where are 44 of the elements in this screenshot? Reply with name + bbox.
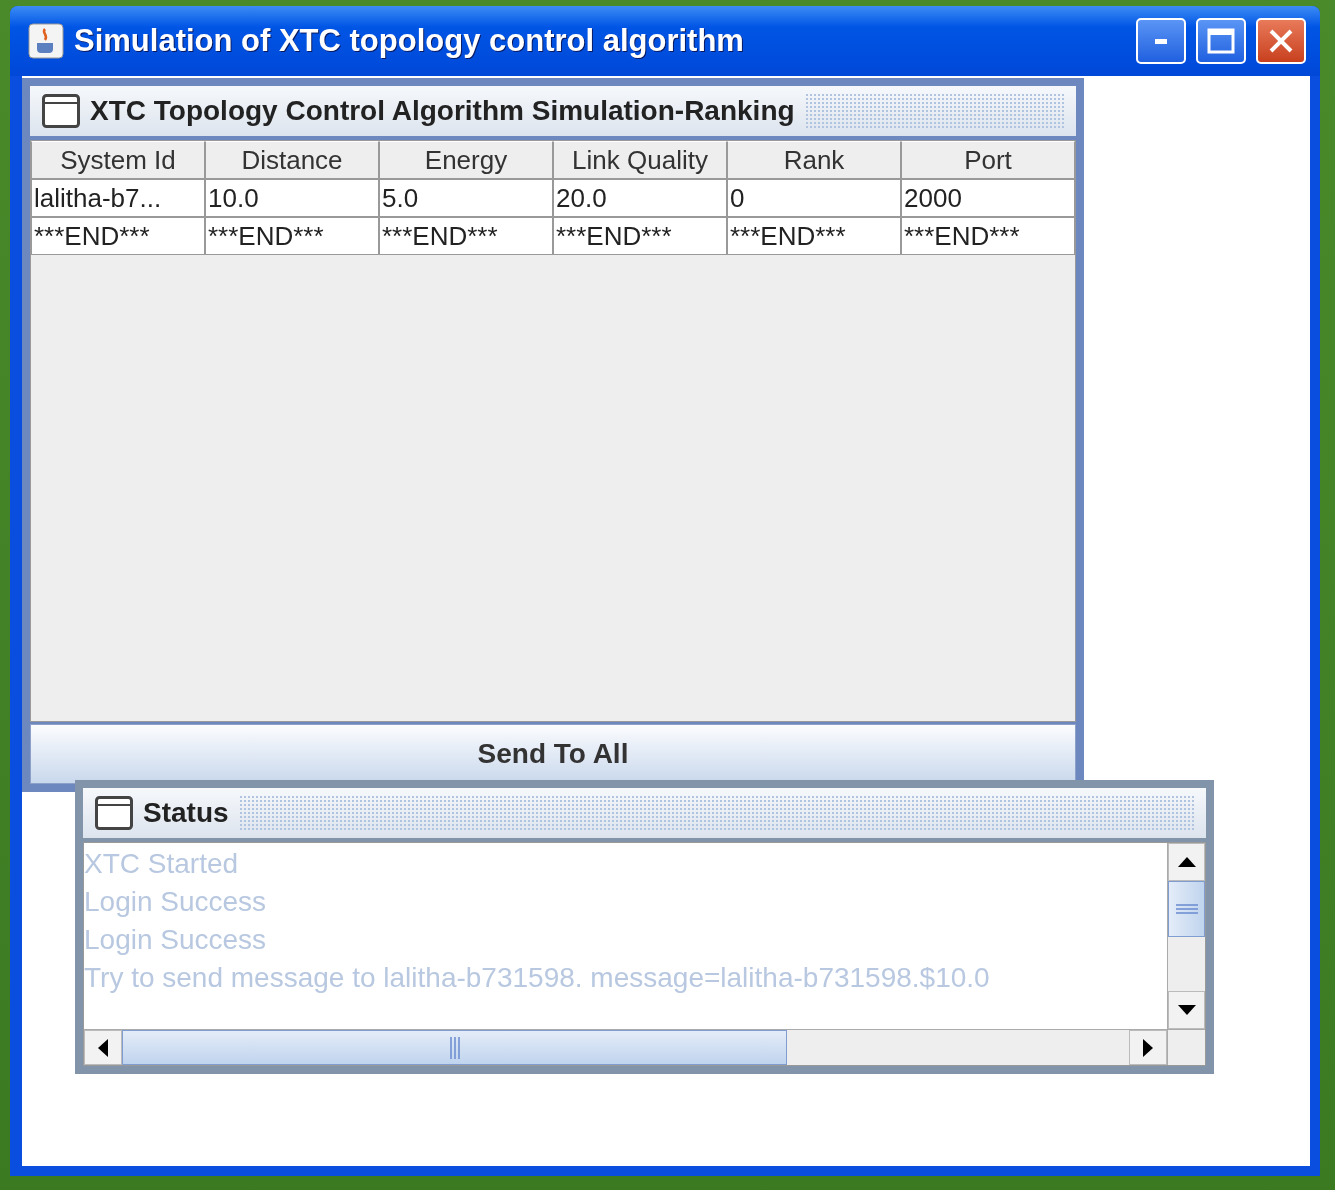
- right-arrow-icon: [1143, 1038, 1153, 1057]
- down-arrow-icon: [1177, 1005, 1196, 1015]
- minimize-button[interactable]: [1136, 18, 1186, 64]
- grip-icon: [1175, 903, 1198, 915]
- minimize-icon: [1155, 38, 1167, 44]
- maximize-button[interactable]: [1196, 18, 1246, 64]
- table-cell: 10.0: [205, 179, 379, 217]
- frame-title: XTC Topology Control Algorithm Simulation-Ranking: [90, 95, 795, 127]
- window-icon: [95, 796, 133, 830]
- column-header[interactable]: Port: [901, 141, 1075, 179]
- table-cell: ***END***: [727, 217, 901, 255]
- column-header[interactable]: Rank: [727, 141, 901, 179]
- maximize-icon: [1207, 28, 1235, 54]
- frame-title: Status: [143, 797, 229, 829]
- column-header[interactable]: Distance: [205, 141, 379, 179]
- table-cell: 2000: [901, 179, 1075, 217]
- column-header[interactable]: Link Quality: [553, 141, 727, 179]
- column-header[interactable]: System Id: [31, 141, 205, 179]
- left-arrow-icon: [98, 1038, 108, 1057]
- status-line: Login Success: [84, 923, 268, 957]
- java-cup-icon: [28, 23, 64, 59]
- table-cell: 0: [727, 179, 901, 217]
- table-cell: 5.0: [379, 179, 553, 217]
- close-button[interactable]: [1256, 18, 1306, 64]
- scrollbar-corner: [1167, 1029, 1205, 1065]
- window-title: Simulation of XTC topology control algorithm: [74, 23, 745, 59]
- table-cell: ***END***: [901, 217, 1075, 255]
- table-cell: ***END***: [31, 217, 205, 255]
- up-arrow-icon: [1177, 857, 1196, 867]
- vertical-scrollbar[interactable]: [1167, 843, 1205, 1029]
- grip-icon: [448, 1036, 461, 1059]
- horizontal-scrollbar[interactable]: [84, 1029, 1167, 1065]
- close-icon: [1268, 28, 1294, 54]
- table-cell: ***END***: [205, 217, 379, 255]
- column-header[interactable]: Energy: [379, 141, 553, 179]
- status-line: Try to send message to lalitha-b731598. message=lalitha-b731598.$10.0: [84, 961, 991, 995]
- status-line: XTC Started: [84, 847, 240, 881]
- window-icon: [42, 94, 80, 128]
- table-cell: ***END***: [379, 217, 553, 255]
- table-cell: lalitha-b7...: [31, 179, 205, 217]
- table-cell: ***END***: [553, 217, 727, 255]
- send-to-all-button[interactable]: Send To All: [30, 724, 1076, 784]
- status-line: Login Success: [84, 885, 268, 919]
- table-cell: 20.0: [553, 179, 727, 217]
